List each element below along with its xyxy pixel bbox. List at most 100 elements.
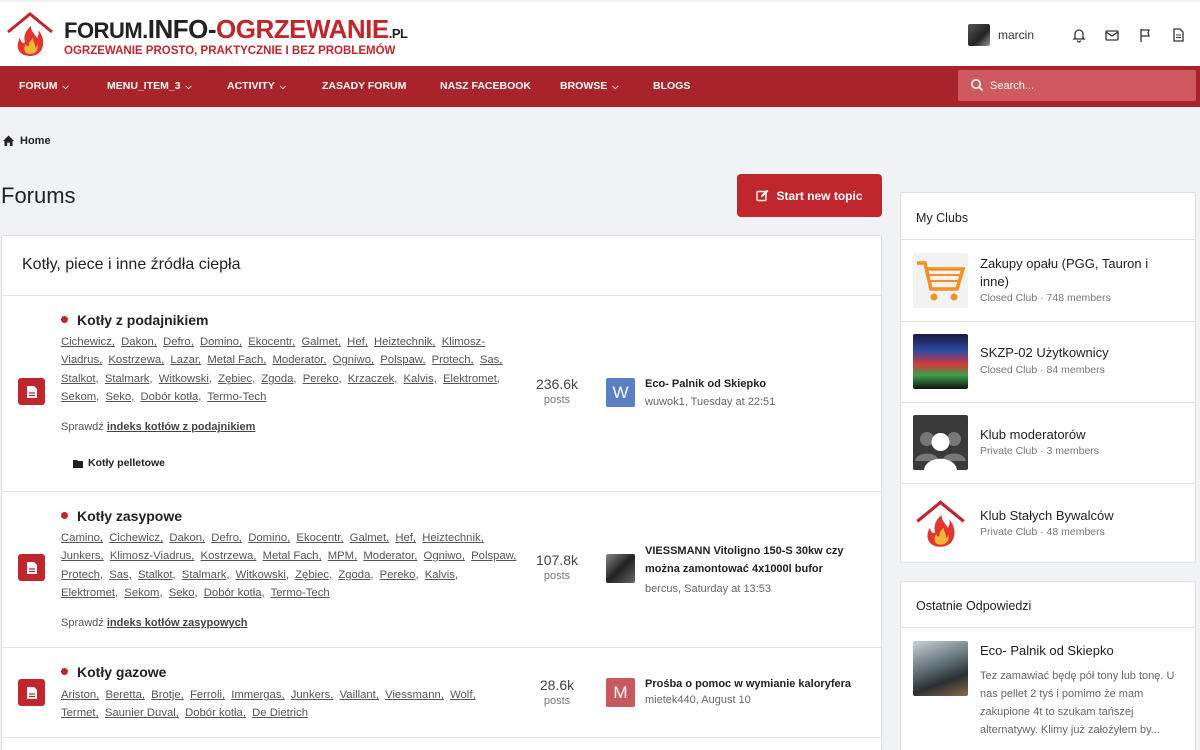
forum-tag-link[interactable]: Kostrzewa, — [108, 354, 164, 366]
forum-tag-link[interactable]: Wolf, — [450, 689, 476, 701]
forum-tag-link[interactable]: Domino, — [248, 532, 290, 544]
subforum-link[interactable]: Kotły pelletowe — [73, 457, 165, 469]
last-post-title[interactable]: VIESSMANN Vitoligno 150-S 30kw czy można… — [645, 542, 870, 578]
forum-tag-link[interactable]: MPM, — [328, 550, 358, 562]
breadcrumb-home[interactable]: Home — [20, 135, 51, 147]
forum-tag-link[interactable]: Ekocentr, — [296, 532, 343, 544]
forum-title[interactable]: Kotły zasypowe — [61, 508, 182, 524]
forum-status-icon[interactable] — [18, 679, 45, 706]
shopping-cart-icon[interactable] — [913, 253, 968, 308]
forum-tag-link[interactable]: Heiztechnik, — [374, 336, 436, 348]
forum-tag-link[interactable]: Pereko, — [303, 373, 342, 385]
forum-tag-link[interactable]: Elektromet, — [443, 373, 500, 385]
forum-tag-link[interactable]: Sas, — [109, 569, 132, 581]
forum-tag-link[interactable]: Krzaczek, — [348, 373, 398, 385]
forum-tag-link[interactable]: Defro, — [211, 532, 242, 544]
forum-tag-link[interactable]: Ekocentr, — [248, 336, 295, 348]
last-post-title[interactable]: Prośba o pomoc w wymianie kaloryfera — [645, 675, 870, 693]
last-poster-avatar[interactable]: M — [606, 678, 635, 707]
last-post-meta[interactable]: mietek440, August 10 — [645, 694, 751, 706]
forum-tag-link[interactable]: Dakon, — [169, 532, 205, 544]
forum-tag-link[interactable]: Lazar, — [170, 354, 201, 366]
nav-activity[interactable]: ACTIVITY ⌵ — [227, 66, 286, 107]
forum-tag-link[interactable]: Ariston, — [61, 689, 99, 701]
group-users-icon[interactable] — [913, 415, 968, 470]
forum-tag-link[interactable]: Stalkot, — [61, 373, 99, 385]
forum-tag-link[interactable]: Termo-Tech — [207, 391, 266, 403]
nav-blogs[interactable]: BLOGS — [653, 66, 690, 107]
forum-tag-link[interactable]: Ferroli, — [190, 689, 225, 701]
nav-forum[interactable]: FORUM ⌵ — [19, 66, 69, 107]
forum-tag-link[interactable]: Kalvis, — [404, 373, 437, 385]
forum-title[interactable]: Kotły gazowe — [61, 664, 166, 680]
club-name[interactable]: Klub Stałych Bywalców — [980, 507, 1180, 525]
forum-status-icon[interactable] — [18, 554, 45, 581]
envelope-icon[interactable] — [1104, 27, 1120, 43]
forum-tag-link[interactable]: Immergas, — [231, 689, 284, 701]
index-link[interactable]: indeks kotłów zasypowych — [107, 617, 248, 629]
nav-browse[interactable]: BROWSE ⌵ — [560, 66, 618, 107]
nav-menu-item-3[interactable]: MENU_ITEM_3 ⌵ — [107, 66, 192, 107]
forum-tag-link[interactable]: Termo-Tech — [271, 587, 330, 599]
forum-tag-link[interactable]: Seko, — [169, 587, 198, 599]
club-item[interactable]: Klub moderatorów Private Club · 3 member… — [901, 402, 1195, 483]
club-name[interactable]: Zakupy opału (PGG, Tauron i inne) — [980, 255, 1180, 291]
forum-tag-link[interactable]: Metal Fach, — [207, 354, 266, 366]
forum-tag-link[interactable]: Camino, — [61, 532, 103, 544]
forum-tag-link[interactable]: Moderator, — [363, 550, 417, 562]
forum-tag-link[interactable]: Dobór kotła, — [185, 707, 246, 719]
forum-tag-link[interactable]: Sas, — [480, 354, 503, 366]
forum-tag-link[interactable]: Zębiec, — [218, 373, 255, 385]
forum-tag-link[interactable]: Saunier Duval, — [105, 707, 179, 719]
club-name[interactable]: Klub moderatorów — [980, 426, 1180, 444]
document-icon[interactable] — [1170, 27, 1186, 43]
forum-tag-link[interactable]: Ogniwo, — [424, 550, 465, 562]
logo-icon[interactable] — [4, 8, 56, 60]
forum-tag-link[interactable]: Beretta, — [105, 689, 145, 701]
nav-zasady-forum[interactable]: ZASADY FORUM — [322, 66, 406, 107]
forum-tag-link[interactable]: Klimosz-Viadrus, — [110, 550, 195, 562]
search-icon[interactable] — [970, 78, 984, 92]
forum-tag-link[interactable]: Polspaw, — [380, 354, 425, 366]
forum-tag-link[interactable]: Cichewicz, — [61, 336, 115, 348]
club-name[interactable]: SKZP-02 Użytkownicy — [980, 344, 1180, 362]
forum-tag-link[interactable]: Sekom, — [61, 391, 99, 403]
forum-tag-link[interactable]: Dobór kotła, — [204, 587, 265, 599]
forum-tag-link[interactable]: Galmet, — [301, 336, 341, 348]
user-avatar[interactable] — [967, 24, 990, 46]
forum-tag-link[interactable]: Stalmark, — [105, 373, 153, 385]
forum-tag-link[interactable]: Junkers, — [291, 689, 334, 701]
last-poster-avatar[interactable] — [606, 554, 635, 583]
forum-tag-link[interactable]: Witkowski, — [159, 373, 212, 385]
forum-tag-link[interactable]: Stalmark, — [182, 569, 230, 581]
forum-tag-link[interactable]: Dobór kotła, — [140, 391, 201, 403]
club-item[interactable]: SKZP-02 Użytkownicy Closed Club · 84 mem… — [901, 321, 1195, 402]
forum-title[interactable]: Kotły z podajnikiem — [61, 312, 208, 328]
forum-tag-link[interactable]: Termet, — [61, 707, 99, 719]
forum-tag-link[interactable]: Moderator, — [273, 354, 327, 366]
forum-tag-link[interactable]: Zgoda, — [338, 569, 373, 581]
start-new-topic-button[interactable]: Start new topic — [737, 174, 882, 217]
last-post-meta[interactable]: bercus, Saturday at 13:53 — [645, 583, 771, 595]
club-item[interactable]: Zakupy opału (PGG, Tauron i inne) Closed… — [901, 239, 1195, 321]
forum-tag-link[interactable]: Seko, — [105, 391, 134, 403]
forum-tag-link[interactable]: Zębiec, — [295, 569, 332, 581]
last-poster-avatar[interactable]: W — [606, 378, 635, 407]
user-name[interactable]: marcin — [998, 28, 1034, 42]
forum-tag-link[interactable]: Protech, — [432, 354, 474, 366]
forum-tag-link[interactable]: Hef, — [347, 336, 368, 348]
last-post-meta[interactable]: wuwok1, Tuesday at 22:51 — [645, 396, 775, 408]
forum-tag-link[interactable]: Witkowski, — [236, 569, 289, 581]
forum-tag-link[interactable]: Junkers, — [61, 550, 104, 562]
forum-tag-link[interactable]: Pereko, — [380, 569, 419, 581]
forum-tag-link[interactable]: Kostrzewa, — [201, 550, 257, 562]
flag-icon[interactable] — [1137, 27, 1153, 43]
forum-tag-link[interactable]: Heiztechnik, — [422, 532, 484, 544]
forum-tag-link[interactable]: Protech, — [61, 569, 103, 581]
forum-tag-link[interactable]: Stalkot, — [138, 569, 176, 581]
bell-icon[interactable] — [1071, 27, 1087, 43]
category-title[interactable]: Kotły, piece i inne źródła ciepła — [22, 256, 241, 274]
forum-tag-link[interactable]: Brotje, — [151, 689, 184, 701]
search-input[interactable] — [990, 70, 1190, 101]
forum-tag-link[interactable]: Metal Fach, — [263, 550, 322, 562]
